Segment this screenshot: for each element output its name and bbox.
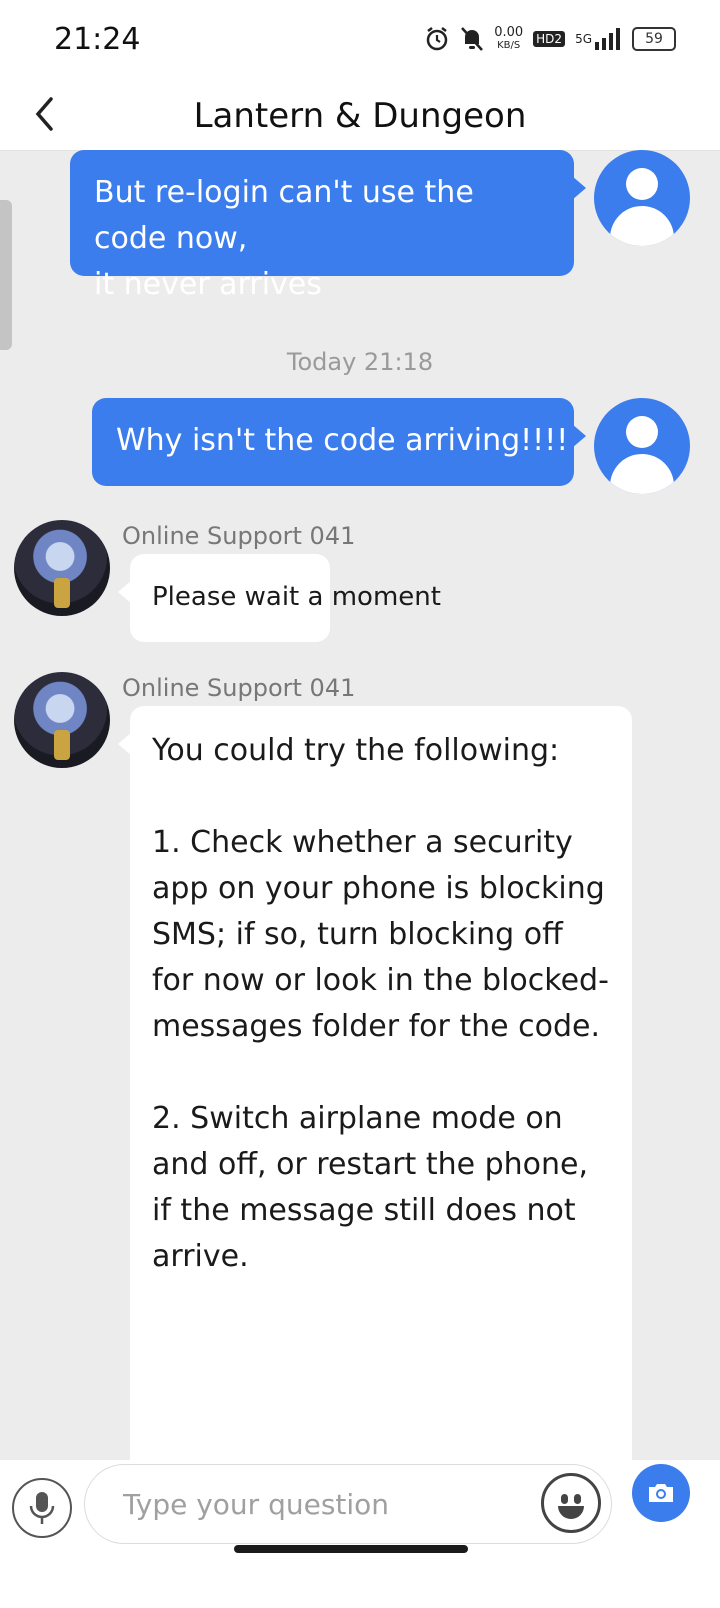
- message-text: You could try the following:: [152, 733, 560, 768]
- message-text: Why isn't the code arriving!!!!: [116, 423, 569, 458]
- agent-message-bubble[interactable]: You could try the following: 1. Check wh…: [118, 706, 632, 1460]
- agent-name: Online Support 041: [122, 674, 356, 702]
- message-text: But re-login can't use the code now,: [94, 175, 474, 256]
- mute-bell-icon: [460, 26, 484, 52]
- microphone-icon: [29, 1492, 55, 1524]
- camera-icon: [649, 1484, 673, 1502]
- agent-avatar[interactable]: [14, 520, 110, 616]
- agent-name: Online Support 041: [122, 522, 356, 550]
- alarm-icon: [424, 26, 450, 52]
- user-message-bubble[interactable]: Why isn't the code arriving!!!!: [92, 398, 586, 486]
- message-input[interactable]: [121, 1483, 535, 1525]
- agent-message-bubble[interactable]: Please wait a moment: [118, 554, 441, 642]
- signal-icon: 5G: [575, 28, 622, 50]
- message-text: it never arrives: [94, 267, 322, 302]
- hd-icon: HD2: [533, 31, 566, 47]
- user-avatar[interactable]: [594, 150, 690, 246]
- page-title: Lantern & Dungeon: [193, 96, 527, 136]
- agent-avatar[interactable]: [14, 672, 110, 768]
- status-time: 21:24: [54, 22, 141, 57]
- chat-area[interactable]: But re-login can't use the code now, it …: [0, 150, 720, 1460]
- status-icons: 0.00 KB/S HD2 5G 59: [424, 26, 676, 52]
- message-text: 2. Switch airplane mode on and off, or r…: [152, 1101, 589, 1274]
- message-input-wrapper[interactable]: [84, 1464, 612, 1544]
- message-text: 1. Check whether a security app on your …: [152, 825, 609, 1044]
- nav-bar: Lantern & Dungeon: [0, 80, 720, 151]
- network-speed: 0.00 KB/S: [494, 25, 524, 51]
- voice-input-button[interactable]: [12, 1478, 72, 1538]
- status-bar: 21:24 0.00 KB/S HD2 5G 59: [0, 0, 720, 80]
- scrollbar[interactable]: [0, 200, 12, 350]
- message-text: Please wait a moment: [152, 582, 441, 612]
- input-bar: [0, 1460, 720, 1608]
- message-timestamp: Today 21:18: [286, 348, 434, 376]
- user-message-bubble[interactable]: But re-login can't use the code now, it …: [70, 150, 586, 302]
- battery-icon: 59: [632, 27, 676, 51]
- emoji-button[interactable]: [541, 1473, 601, 1533]
- camera-button[interactable]: [632, 1464, 690, 1522]
- user-avatar[interactable]: [594, 398, 690, 494]
- home-indicator[interactable]: [234, 1545, 468, 1553]
